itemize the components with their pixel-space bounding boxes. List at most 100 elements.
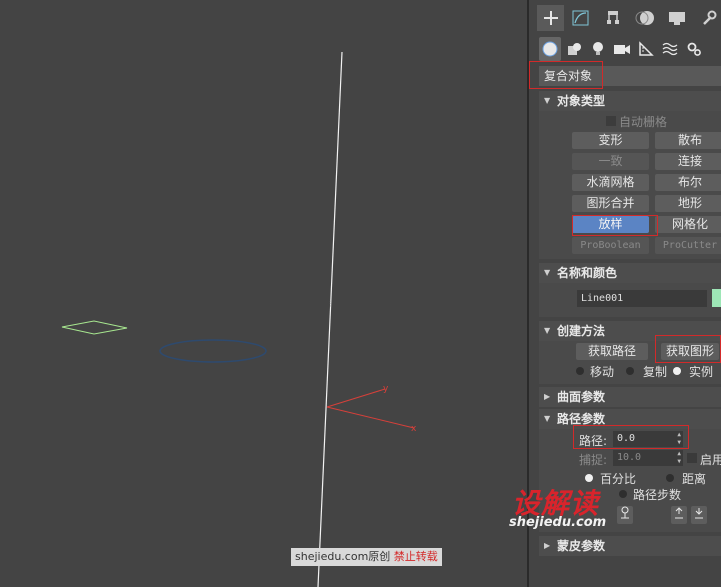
cameras-subtab[interactable] [611,37,633,61]
surface-params-rollout-header[interactable]: ▶ 曲面参数 [539,387,721,407]
boolean-button[interactable]: 布尔 [655,174,721,191]
gears-icon [687,42,701,56]
connect-button[interactable]: 连接 [655,153,721,170]
credit-main: shejiedu.com原创 [295,550,391,563]
object-name-field[interactable]: Line001 [577,290,707,307]
object-type-title: 对象类型 [557,94,606,108]
watermark-url: shejiedu.com [509,515,607,530]
rectangle-shape[interactable] [61,320,128,335]
expand-triangle-icon: ▶ [544,392,551,401]
path-line[interactable] [317,51,343,587]
creation-method-rollout-body: 获取路径 获取图形 移动 复制 实例 [539,341,721,384]
creation-method-title: 创建方法 [557,324,606,338]
collapse-triangle-icon: ▼ [544,326,551,335]
get-path-button[interactable]: 获取路径 [576,343,648,360]
geometry-subtab[interactable] [539,37,561,61]
prev-shape-button[interactable] [671,506,687,524]
surface-params-title: 曲面参数 [557,390,606,404]
collapse-triangle-icon: ▼ [544,268,551,277]
helpers-subtab[interactable] [635,37,657,61]
enable-snap-checkbox[interactable] [687,453,697,463]
distance-radio[interactable] [666,474,674,482]
loft-button[interactable]: 放样 [572,216,649,233]
viewport[interactable]: ⁝ y x shejiedu.com原创 禁止转载 [0,0,528,587]
sub-tab-row [529,34,721,64]
collapse-triangle-icon: ▼ [544,96,551,105]
create-tab[interactable] [537,5,564,31]
wrench-icon [702,10,716,25]
gizmo-y-label: y [383,384,389,394]
move-radio[interactable] [576,367,584,375]
move-label: 移动 [590,365,615,379]
object-color-swatch[interactable] [712,289,721,307]
copy-radio[interactable] [626,367,634,375]
hierarchy-tab[interactable] [599,5,626,31]
motion-tab[interactable] [631,5,658,31]
credit-caption: shejiedu.com原创 禁止转载 [291,548,442,566]
path-params-title: 路径参数 [557,412,606,426]
space-warps-subtab[interactable] [659,37,681,61]
viewport-scene[interactable]: ⁝ y x [0,0,528,587]
camera-icon [614,45,630,54]
proboolean-button[interactable]: ProBoolean [572,237,649,254]
lights-subtab[interactable] [587,37,609,61]
spinner-arrows-icon[interactable]: ▲ ▼ [677,431,681,447]
hierarchy-icon [606,11,619,24]
modify-tab[interactable] [567,5,594,31]
percentage-label: 百分比 [600,472,637,486]
autogrid-checkbox[interactable] [606,116,616,126]
morph-button[interactable]: 变形 [572,132,649,149]
next-shape-button[interactable] [691,506,707,524]
light-bulb-icon [593,42,603,55]
terrain-button[interactable]: 地形 [655,195,721,212]
line-marker-icon: ⁝ [329,300,332,310]
main-tab-row [529,2,721,32]
name-color-title: 名称和颜色 [557,266,618,280]
snap-spinner[interactable]: 10.0 ▲ ▼ [613,450,683,466]
shapes-icon [568,43,581,55]
path-params-rollout-header[interactable]: ▼ 路径参数 [539,409,721,429]
object-type-rollout-body: 自动栅格 变形 散布 一致 连接 水滴网格 布尔 图形合并 地形 放样 网格化 … [539,111,721,259]
systems-subtab[interactable] [683,37,705,61]
modify-curve-icon [572,10,588,26]
collapse-triangle-icon: ▼ [544,414,551,423]
skin-params-rollout-header[interactable]: ▶ 蒙皮参数 [539,536,721,556]
object-type-rollout-header[interactable]: ▼ 对象类型 [539,91,721,111]
next-shape-icon [695,508,703,519]
category-dropdown[interactable]: 复合对象 [539,66,721,86]
get-shape-button[interactable]: 获取图形 [661,343,719,360]
expand-triangle-icon: ▶ [544,541,551,550]
motion-circle-icon [635,11,654,25]
spinner-arrows-icon[interactable]: ▲ ▼ [677,450,681,466]
path-steps-label: 路径步数 [633,488,682,502]
conform-button[interactable]: 一致 [572,153,649,170]
utilities-tab[interactable] [695,5,721,31]
transform-gizmo[interactable]: y x [326,384,417,434]
enable-label: 启用 [700,453,721,467]
path-steps-radio[interactable] [619,490,627,498]
autogrid-label: 自动栅格 [619,115,668,129]
procutter-button[interactable]: ProCutter [655,237,721,254]
mesher-button[interactable]: 网格化 [655,216,721,233]
display-monitor-icon [668,12,685,25]
pick-shape-button[interactable] [617,506,633,524]
shapes-subtab[interactable] [563,37,585,61]
instance-label: 实例 [689,365,714,379]
skin-params-title: 蒙皮参数 [557,539,606,553]
scatter-button[interactable]: 散布 [655,132,721,149]
plus-icon [543,11,558,25]
pick-shape-icon [621,506,629,519]
sphere-icon [542,41,558,57]
distance-label: 距离 [682,472,707,486]
shapemerge-button[interactable]: 图形合并 [572,195,649,212]
blobmesh-button[interactable]: 水滴网格 [572,174,649,191]
path-label: 路径: [579,434,608,448]
ellipse-shape[interactable] [159,339,267,363]
display-tab[interactable] [663,5,690,31]
gizmo-x-label: x [411,424,417,434]
creation-method-rollout-header[interactable]: ▼ 创建方法 [539,321,721,341]
instance-radio[interactable] [673,367,681,375]
percentage-radio[interactable] [585,474,593,482]
name-color-rollout-header[interactable]: ▼ 名称和颜色 [539,263,721,283]
path-spinner[interactable]: 0.0 ▲ ▼ [613,431,683,447]
